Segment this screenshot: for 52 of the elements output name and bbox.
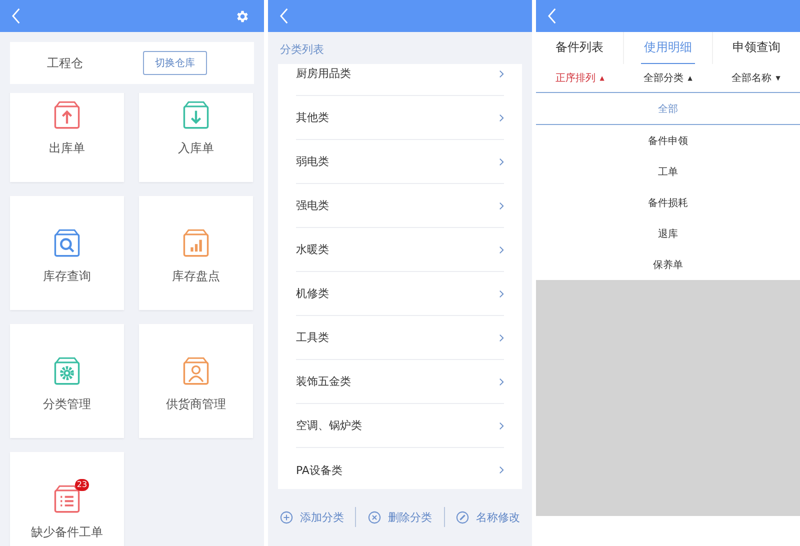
category-item[interactable]: 弱电类 [296, 140, 504, 184]
chevron-icon [499, 290, 504, 298]
chevron-icon [499, 246, 504, 254]
switch-warehouse-button[interactable]: 切换仓库 [143, 51, 207, 75]
dropdown-option[interactable]: 退库 [658, 226, 678, 240]
category-item[interactable]: 装饰五金类 [296, 360, 504, 404]
section-title: 分类列表 [279, 42, 325, 58]
back-icon[interactable] [548, 8, 557, 24]
back-icon[interactable] [280, 8, 289, 24]
menu-tile[interactable]: 入库单 [139, 93, 253, 182]
tile-label: 入库单 [178, 140, 214, 157]
menu-tile[interactable]: 出库单 [10, 93, 124, 182]
chevron-icon [499, 114, 504, 122]
tab[interactable]: 申领查询 [729, 32, 784, 64]
tab[interactable]: 备件列表 [552, 32, 607, 64]
pencil-circle-icon [456, 510, 470, 524]
chevron-icon [499, 378, 504, 386]
category-item[interactable]: 水暖类 [296, 228, 504, 272]
chevron-icon [499, 466, 504, 474]
category-item[interactable]: 工具类 [296, 316, 504, 360]
cross-circle-icon [368, 510, 381, 524]
category-item[interactable]: 其他类 [296, 96, 504, 140]
plus-circle-icon [280, 510, 293, 524]
chevron-icon [499, 202, 504, 210]
chevron-icon [499, 70, 504, 78]
dropdown-option[interactable]: 备件申领 [648, 134, 688, 148]
category-item[interactable]: 空调、锅炉类 [296, 404, 504, 448]
warehouse-name: 工程仓 [47, 54, 83, 72]
dropdown-option[interactable]: 保养单 [653, 258, 683, 272]
menu-tile[interactable]: 库存盘点 [139, 196, 253, 310]
tile-label: 缺少备件工单 [31, 524, 103, 541]
dropdown-option[interactable]: 备件损耗 [648, 196, 688, 210]
back-icon[interactable] [12, 8, 21, 24]
category-item[interactable]: 机修类 [296, 272, 504, 316]
menu-tile[interactable]: 分类管理 [10, 324, 124, 438]
menu-tile[interactable]: 23 缺少备件工单 [10, 452, 124, 546]
chevron-icon [499, 334, 504, 342]
tile-label: 库存盘点 [172, 268, 220, 285]
dropdown-option[interactable]: 工单 [658, 164, 678, 178]
category-item[interactable]: 强电类 [296, 184, 504, 228]
settings-icon[interactable] [235, 8, 250, 24]
tile-label: 供货商管理 [166, 396, 226, 413]
menu-tile[interactable]: 库存查询 [10, 196, 124, 310]
tile-label: 分类管理 [43, 396, 91, 413]
menu-tile[interactable]: 供货商管理 [139, 324, 253, 438]
category-item[interactable]: PA设备类 [296, 448, 504, 489]
count-badge: 23 [75, 479, 89, 491]
tile-label: 库存查询 [43, 268, 91, 285]
category-item[interactable]: 厨房用品类 [296, 64, 504, 96]
chevron-icon [499, 422, 504, 430]
chevron-icon [499, 158, 504, 166]
tile-label: 出库单 [49, 140, 85, 157]
